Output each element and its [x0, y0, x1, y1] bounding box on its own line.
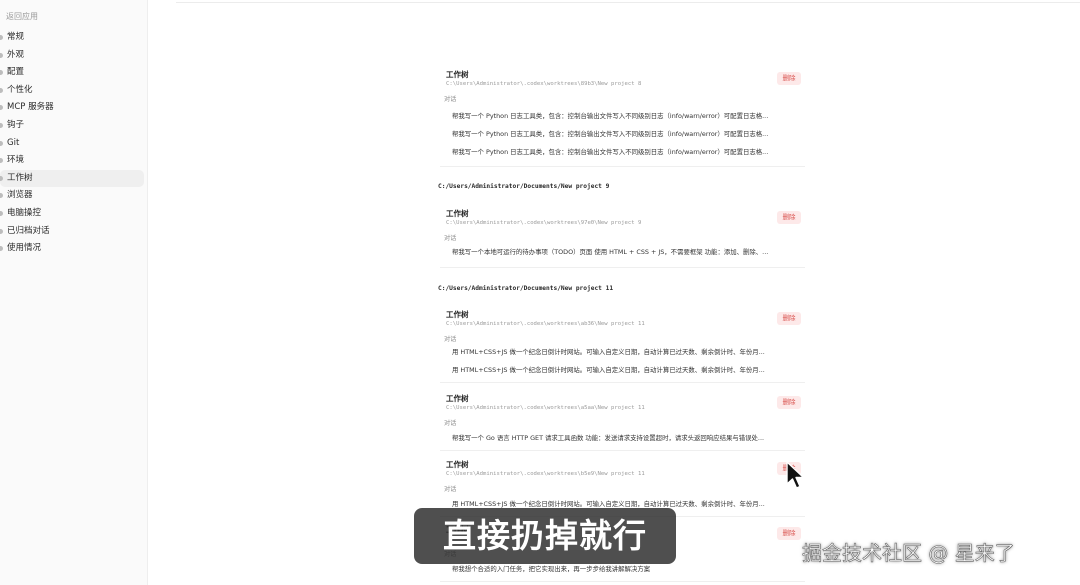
nav-item-label: 外观 [7, 49, 25, 60]
archive-icon [0, 228, 3, 234]
conversation-item[interactable]: 用 HTML+CSS+JS 做一个纪念日倒计时网站。可输入自定义日期，自动计算已… [452, 365, 765, 374]
nav-item-label: 使用情况 [7, 243, 42, 254]
conversation-item[interactable]: 帮我写一个本地可运行的待办事项（TODO）页面 使用 HTML + CSS + … [452, 247, 768, 256]
nav-item-label: 钩子 [7, 119, 25, 130]
project-group-header: C:/Users/Administrator/Documents/New pro… [438, 183, 610, 190]
project-group-header: C:/Users/Administrator/Documents/New pro… [438, 285, 614, 292]
settings-sidebar: 返回应用 常规 外观 配置 个性化 MCP 服务器 钩子 Git 环境 工作树 … [0, 0, 148, 585]
top-divider [176, 2, 1080, 3]
watermark: 掘金技术社区 @ 星来了 [802, 541, 1015, 566]
worktree-title: 工作树 [446, 310, 469, 319]
worktree-title: 工作树 [446, 394, 469, 403]
nav-item-label: Git [7, 137, 20, 148]
appearance-icon [0, 52, 3, 58]
worktree-icon [0, 175, 3, 181]
general-icon [0, 35, 3, 40]
conversation-item[interactable]: 帮我想个合适的入门任务，把它实现出来，再一步步给我讲解解决方案 [452, 564, 650, 573]
nav-item-general[interactable]: 常规 [0, 29, 148, 47]
browser-icon [0, 193, 3, 199]
environment-icon [0, 158, 3, 164]
conversation-item[interactable]: 帮我写一个 Python 日志工具类，包含：控制台输出文件写入不同级别日志（in… [452, 111, 768, 120]
nav-item-label: 配置 [7, 67, 25, 78]
worktree-card: 工作树 C:\Users\Administrator\.codex\worktr… [430, 69, 805, 167]
worktree-path: C:\Users\Administrator\.codex\worktrees\… [446, 220, 642, 226]
nav-item-mcp-servers[interactable]: MCP 服务器 [0, 99, 148, 117]
worktree-card: 工作树 C:\Users\Administrator\.codex\worktr… [430, 208, 805, 268]
worktree-path: C:\Users\Administrator\.codex\worktrees\… [446, 321, 645, 327]
worktree-title: 工作树 [446, 70, 469, 79]
nav-item-hooks[interactable]: 钩子 [0, 117, 148, 135]
conversation-label: 对话 [444, 235, 457, 242]
nav-item-label: 个性化 [7, 84, 33, 95]
worktree-path: C:\Users\Administrator\.codex\worktrees\… [446, 471, 645, 477]
nav-item-archived-chats[interactable]: 已归档对话 [0, 223, 148, 241]
nav-item-computer-use[interactable]: 电脑操控 [0, 205, 148, 223]
nav-item-personalization[interactable]: 个性化 [0, 82, 148, 100]
hook-icon [0, 122, 3, 128]
conversation-label: 对话 [444, 420, 457, 427]
nav-item-label: 电脑操控 [7, 207, 42, 218]
settings-nav: 常规 外观 配置 个性化 MCP 服务器 钩子 Git 环境 工作树 浏览器 电… [0, 29, 148, 258]
conversation-item[interactable]: 用 HTML+CSS+JS 做一个纪念日倒计时网站。可输入自定义日期，自动计算已… [452, 347, 765, 356]
nav-item-appearance[interactable]: 外观 [0, 47, 148, 65]
nav-item-worktrees[interactable]: 工作树 [0, 169, 144, 188]
computer-icon [0, 210, 3, 216]
back-to-app-link[interactable]: 返回应用 [6, 11, 38, 22]
delete-worktree-button[interactable]: 删除 [777, 312, 801, 325]
conversation-label: 对话 [444, 486, 457, 493]
nav-item-environment[interactable]: 环境 [0, 152, 148, 170]
nav-item-label: 工作树 [7, 172, 33, 183]
nav-item-label: 浏览器 [7, 190, 33, 201]
worktree-card: 工作树 C:\Users\Administrator\.codex\worktr… [430, 393, 805, 451]
nav-item-label: 环境 [7, 155, 25, 166]
video-caption: 直接扔掉就行 [414, 508, 676, 564]
delete-worktree-button[interactable]: 删除 [777, 527, 801, 540]
nav-item-label: 已归档对话 [7, 225, 50, 236]
delete-worktree-button[interactable]: 删除 [777, 211, 801, 224]
worktree-card: 工作树 C:\Users\Administrator\.codex\worktr… [430, 459, 805, 517]
worktree-path: C:\Users\Administrator\.codex\worktrees\… [446, 405, 645, 411]
conversation-item[interactable]: 帮我写一个 Python 日志工具类，包含：控制台输出文件写入不同级别日志（in… [452, 147, 768, 156]
delete-worktree-button[interactable]: 删除 [777, 396, 801, 409]
server-icon [0, 105, 3, 111]
personalization-icon [0, 87, 3, 93]
worktree-path: C:\Users\Administrator\.codex\worktrees\… [446, 81, 642, 87]
config-icon [0, 70, 3, 76]
worktree-title: 工作树 [446, 460, 469, 469]
nav-item-usage[interactable]: 使用情况 [0, 240, 148, 258]
nav-item-label: 常规 [7, 32, 25, 42]
nav-item-git[interactable]: Git [0, 135, 148, 153]
nav-item-config[interactable]: 配置 [0, 64, 148, 82]
conversation-label: 对话 [444, 96, 457, 103]
worktree-title: 工作树 [446, 209, 469, 218]
nav-item-browser[interactable]: 浏览器 [0, 187, 148, 205]
usage-icon [0, 246, 3, 252]
conversation-item[interactable]: 帮我写一个 Go 语言 HTTP GET 请求工具函数 功能：发送请求支持设置超… [452, 433, 764, 442]
mouse-cursor-icon [786, 461, 805, 489]
delete-worktree-button[interactable]: 删除 [777, 72, 801, 85]
conversation-label: 对话 [444, 336, 457, 343]
conversation-item[interactable]: 用 HTML+CSS+JS 做一个纪念日倒计时网站。可输入自定义日期，自动计算已… [452, 499, 765, 508]
conversation-item[interactable]: 帮我写一个 Python 日志工具类，包含：控制台输出文件写入不同级别日志（in… [452, 129, 768, 138]
worktree-card: 工作树 C:\Users\Administrator\.codex\worktr… [430, 309, 805, 383]
nav-item-label: MCP 服务器 [7, 102, 54, 113]
git-icon [0, 140, 3, 146]
